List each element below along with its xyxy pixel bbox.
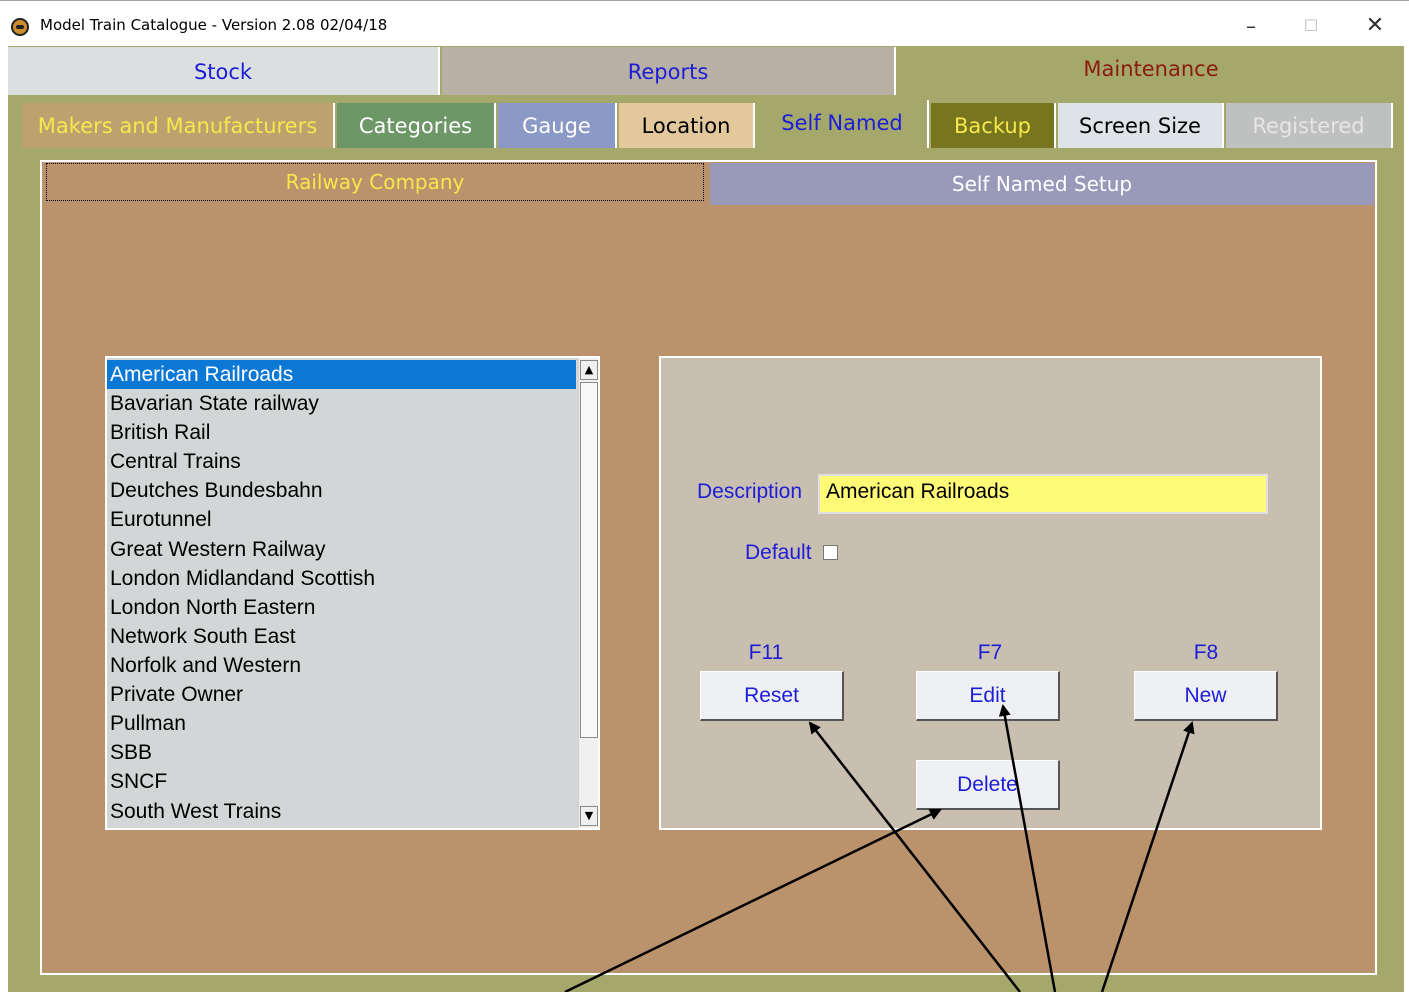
window-title: Model Train Catalogue - Version 2.08 02/… <box>40 16 388 34</box>
list-item[interactable]: Deutches Bundesbahn <box>107 476 576 505</box>
detail-panel <box>659 356 1322 830</box>
tab-registered[interactable]: Registered <box>1226 103 1393 148</box>
minimize-button[interactable]: – <box>1228 8 1274 44</box>
list-item[interactable]: Eurotunnel <box>107 505 576 534</box>
list-item-selected[interactable]: American Railroads <box>107 360 576 389</box>
list-item[interactable]: British Rail <box>107 418 576 447</box>
list-item[interactable]: SBB <box>107 738 576 767</box>
list-item[interactable]: Norfolk and Western <box>107 651 576 680</box>
list-item[interactable]: London Midlandand Scottish <box>107 564 576 593</box>
tab-gauge[interactable]: Gauge <box>498 103 617 148</box>
list-item[interactable]: Central Trains <box>107 447 576 476</box>
tab-self-named-setup[interactable]: Self Named Setup <box>710 163 1374 205</box>
delete-button[interactable]: Delete <box>916 760 1060 810</box>
tab-categories[interactable]: Categories <box>337 103 496 148</box>
list-item[interactable]: London North Eastern <box>107 593 576 622</box>
list-item[interactable]: Network South East <box>107 622 576 651</box>
reset-button[interactable]: Reset <box>700 671 844 721</box>
list-items-container: American Railroads Bavarian State railwa… <box>107 358 576 828</box>
edit-button[interactable]: Edit <box>916 671 1060 721</box>
list-item[interactable]: Bavarian State railway <box>107 389 576 418</box>
new-shortcut-label: F8 <box>1193 641 1219 664</box>
railway-company-list[interactable]: American Railroads Bavarian State railwa… <box>105 356 600 830</box>
edit-shortcut-label: F7 <box>977 641 1003 664</box>
tab-backup[interactable]: Backup <box>931 103 1056 148</box>
tab-maintenance[interactable]: Maintenance <box>898 46 1404 94</box>
description-label: Description <box>697 480 803 503</box>
tab-self-named[interactable]: Self Named <box>757 100 929 148</box>
tab-location[interactable]: Location <box>619 103 755 148</box>
scroll-up-arrow-icon[interactable]: ▲ <box>580 360 598 380</box>
list-scrollbar[interactable]: ▲ ▼ <box>578 358 598 828</box>
list-item[interactable]: Pullman <box>107 709 576 738</box>
tab-stock[interactable]: Stock <box>8 47 440 95</box>
tab-reports[interactable]: Reports <box>442 47 896 95</box>
tab-makers-and-manufacturers[interactable]: Makers and Manufacturers <box>22 103 335 148</box>
tab-railway-company[interactable]: Railway Company <box>46 163 704 201</box>
close-button[interactable]: ✕ <box>1352 8 1398 44</box>
default-label: Default <box>745 541 812 564</box>
list-item[interactable]: Great Western Railway <box>107 535 576 564</box>
list-item[interactable]: South West Trains <box>107 797 576 826</box>
app-train-icon <box>11 18 29 36</box>
new-button[interactable]: New <box>1134 671 1278 721</box>
scroll-down-arrow-icon[interactable]: ▼ <box>580 806 598 826</box>
list-item[interactable]: SNCF <box>107 767 576 796</box>
default-checkbox[interactable] <box>823 545 838 560</box>
maximize-button[interactable]: ☐ <box>1288 8 1334 44</box>
tab-screen-size[interactable]: Screen Size <box>1058 103 1224 148</box>
reset-shortcut-label: F11 <box>748 641 784 664</box>
description-input[interactable]: American Railroads <box>818 474 1268 514</box>
scroll-thumb[interactable] <box>580 382 598 738</box>
list-item[interactable]: Private Owner <box>107 680 576 709</box>
